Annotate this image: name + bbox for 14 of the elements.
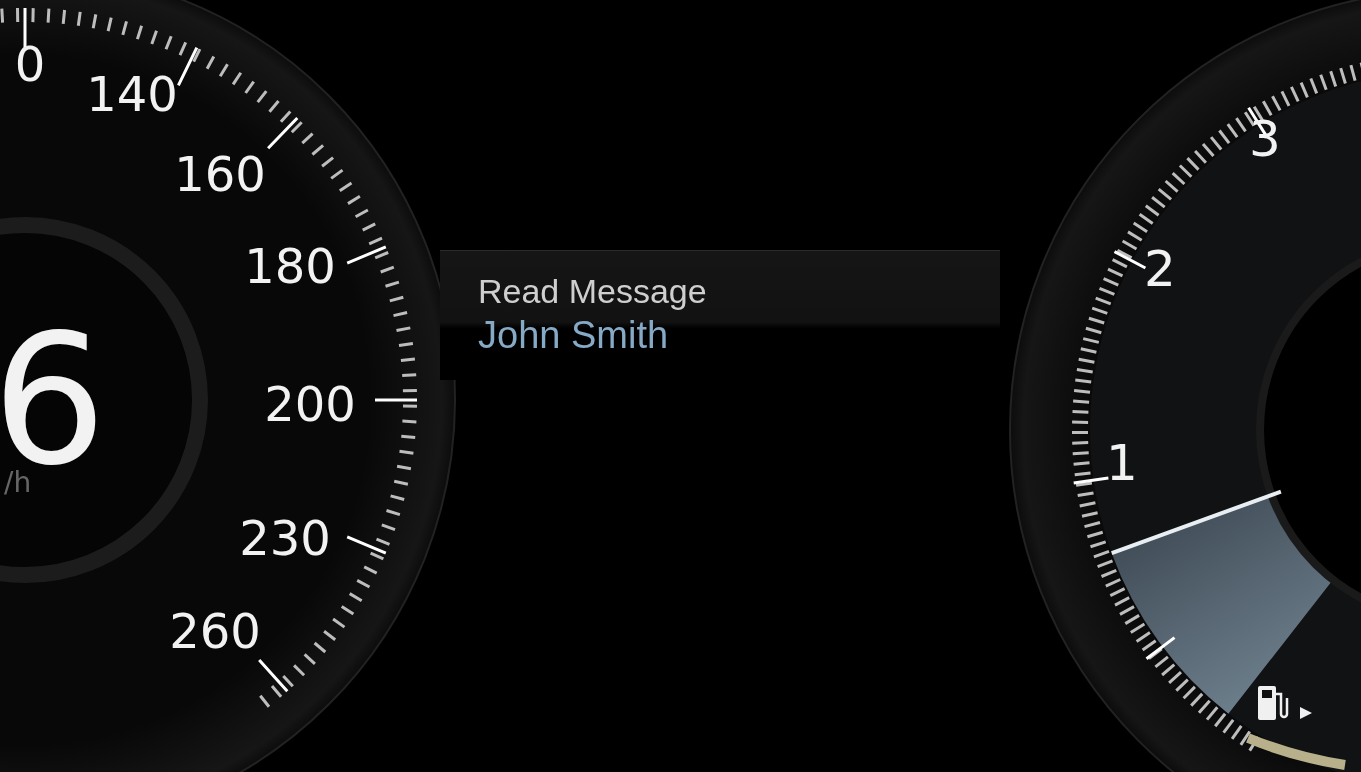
rpm-scale-label: 2 — [1144, 239, 1176, 298]
rpm-scale-label: 3 — [1249, 109, 1281, 168]
speed-scale-label: 260 — [169, 603, 261, 659]
rpm-scale-label: 1 — [1106, 433, 1138, 492]
speed-scale-label: 200 — [264, 376, 356, 432]
speed-scale-label: 140 — [86, 66, 178, 122]
speed-scale-label: 160 — [174, 146, 266, 202]
fuel-pump-icon — [1258, 686, 1289, 720]
speed-scale-label: 0 — [14, 36, 46, 92]
message-title: Read Message — [478, 271, 708, 311]
message-sender: John Smith — [478, 313, 670, 357]
speed-scale-label: 230 — [239, 510, 331, 566]
fuel-arrow-icon — [1300, 707, 1312, 719]
speed-scale-label: 180 — [244, 238, 336, 294]
